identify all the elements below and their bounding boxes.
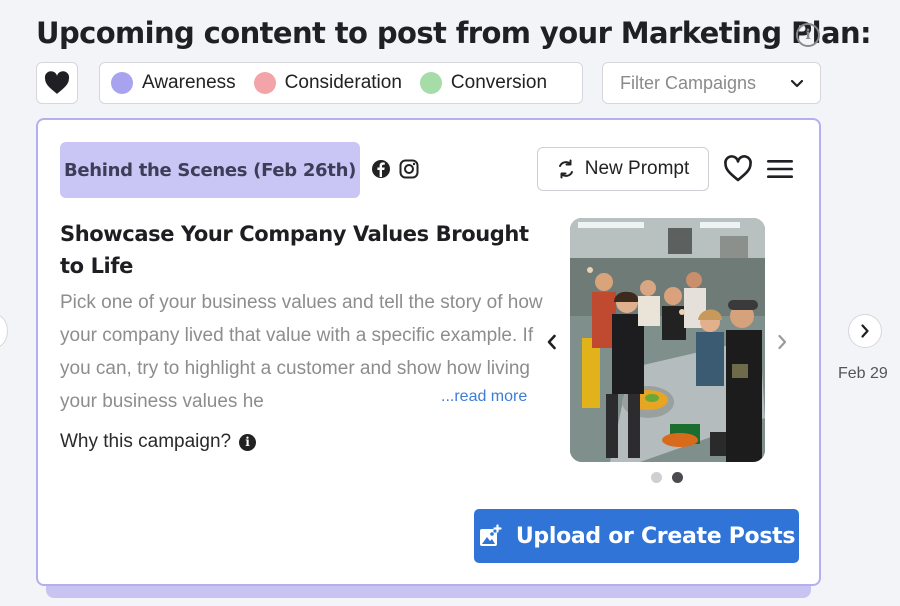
- campaign-tag: Behind the Scenes (Feb 26th): [60, 142, 360, 198]
- campaign-card: Behind the Scenes (Feb 26th) New Prompt …: [36, 118, 821, 586]
- legend-item-conversion: Conversion: [419, 72, 548, 94]
- new-prompt-label: New Prompt: [584, 158, 690, 179]
- legend-item-awareness: Awareness: [111, 72, 236, 94]
- chevron-left-icon[interactable]: [544, 332, 560, 352]
- previous-button[interactable]: [0, 314, 8, 348]
- upload-label: Upload or Create Posts: [515, 523, 796, 549]
- page-title: Upcoming content to post from your Marke…: [36, 16, 872, 50]
- facebook-icon: [372, 160, 390, 178]
- add-image-icon: [479, 524, 502, 546]
- new-prompt-button[interactable]: New Prompt: [537, 147, 709, 191]
- legend-item-consideration: Consideration: [253, 72, 402, 94]
- next-button[interactable]: [848, 314, 882, 348]
- chevron-down-icon: [790, 79, 804, 87]
- legend-label: Awareness: [142, 72, 236, 93]
- read-more-link[interactable]: ...read more: [437, 388, 528, 406]
- legend-dot: [253, 72, 276, 94]
- carousel-dot[interactable]: [651, 472, 662, 483]
- next-date-label: Feb 29: [838, 365, 888, 382]
- instagram-icon: [399, 159, 419, 179]
- filter-placeholder: Filter Campaigns: [620, 72, 757, 93]
- info-icon[interactable]: i: [239, 433, 257, 451]
- chevron-right-icon[interactable]: [774, 332, 790, 352]
- why-label: Why this campaign?: [60, 431, 232, 452]
- legend-dot: [111, 72, 133, 94]
- carousel-dot-active[interactable]: [672, 472, 683, 483]
- why-this-campaign[interactable]: Why this campaign? i: [60, 431, 257, 453]
- carousel-indicators: [651, 472, 693, 483]
- campaign-photo: [570, 218, 765, 462]
- upload-or-create-posts-button[interactable]: Upload or Create Posts: [474, 509, 799, 563]
- favorites-filter-button[interactable]: [36, 62, 78, 104]
- info-icon[interactable]: i: [796, 23, 820, 47]
- heart-filled-icon: [44, 71, 70, 94]
- heart-outline-icon[interactable]: [723, 154, 753, 184]
- refresh-icon: [558, 159, 573, 179]
- filter-campaigns-select[interactable]: Filter Campaigns: [602, 62, 821, 104]
- legend-dot: [419, 72, 442, 94]
- legend-label: Conversion: [450, 72, 548, 93]
- campaign-headline: Showcase Your Company Values Brought to …: [60, 222, 529, 278]
- funnel-legend: Awareness Consideration Conversion: [99, 62, 583, 104]
- legend-label: Consideration: [284, 72, 402, 93]
- hamburger-menu-icon[interactable]: [766, 158, 794, 180]
- chevron-right-icon: [861, 324, 869, 338]
